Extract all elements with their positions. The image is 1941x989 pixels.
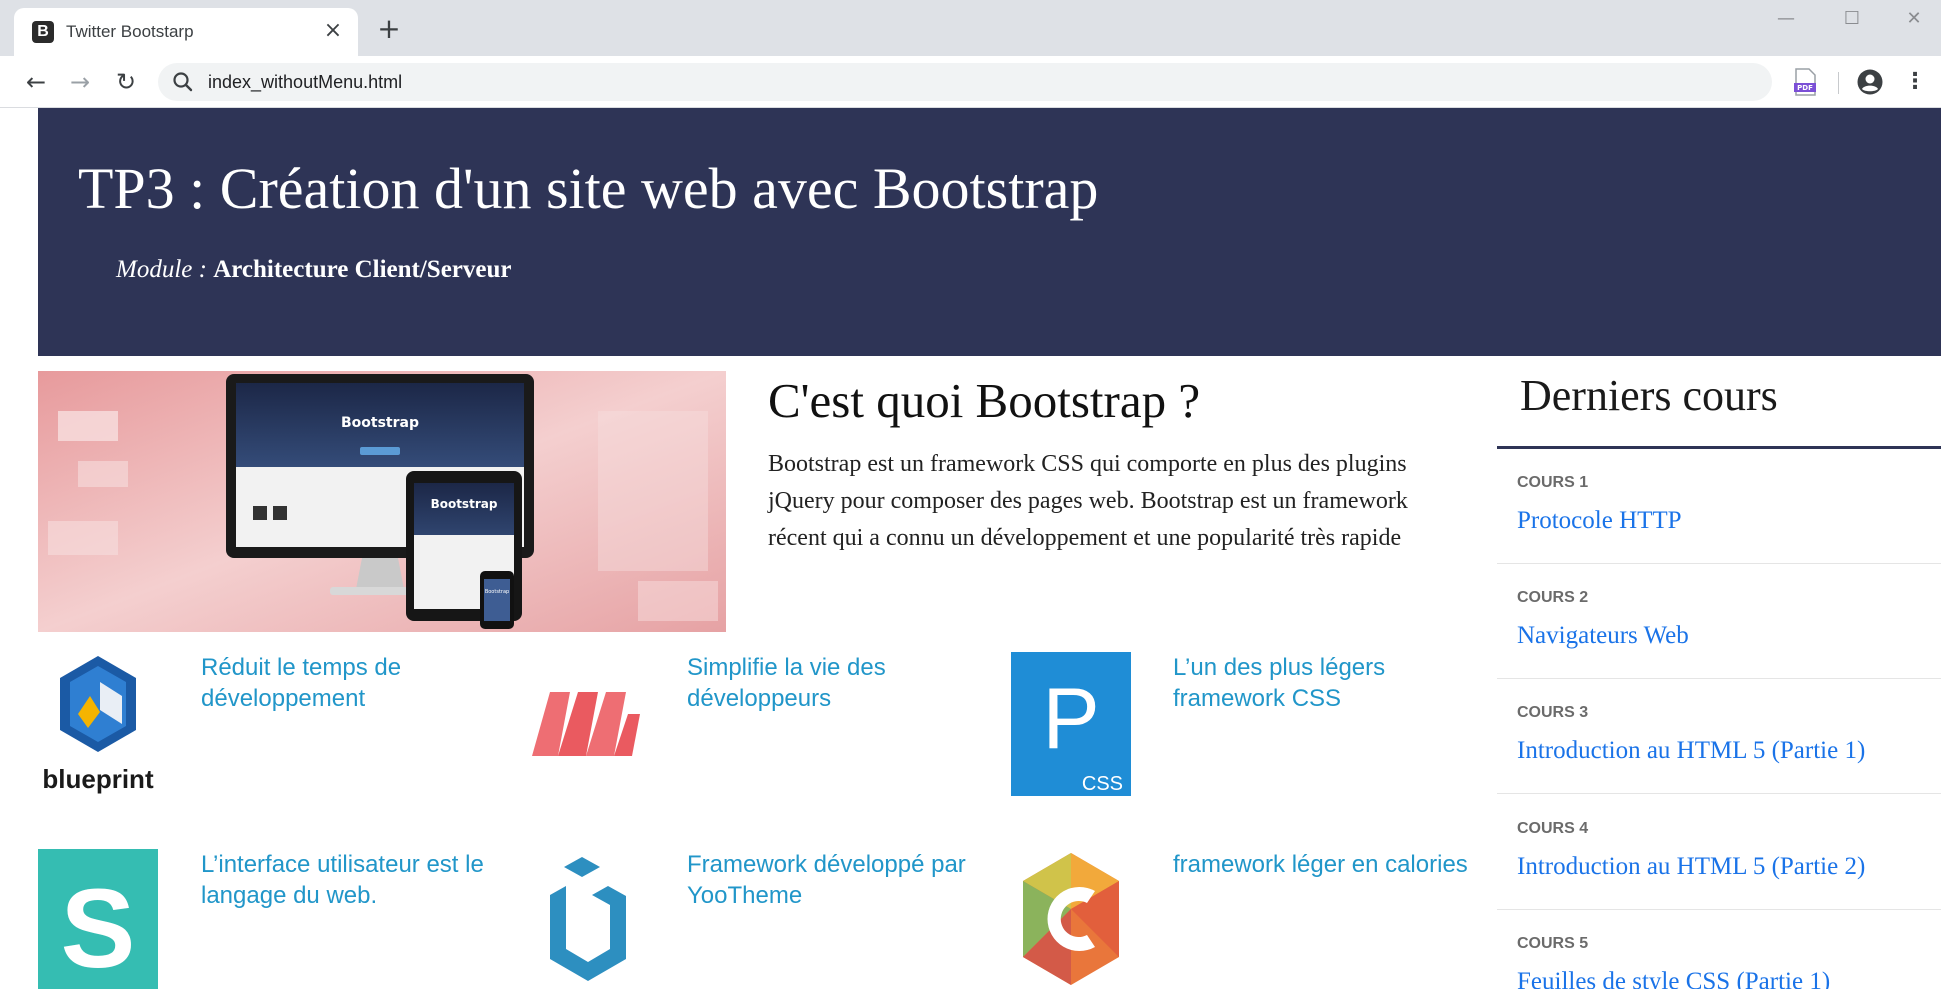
module-name: Architecture Client/Serveur bbox=[213, 256, 512, 283]
search-icon bbox=[173, 72, 193, 92]
tab-title: Twitter Bootstarp bbox=[66, 22, 194, 41]
course-label: COURS 2 bbox=[1517, 589, 1589, 606]
arrow-right-icon[interactable]: → bbox=[64, 66, 96, 98]
semantic-ui-logo: S bbox=[38, 849, 158, 989]
hero-image: Bootstrap Bootstrap Bootstrap bbox=[38, 371, 726, 632]
course-label: COURS 3 bbox=[1517, 704, 1589, 721]
svg-text:PDF: PDF bbox=[1797, 84, 1813, 92]
browser-tab-active[interactable]: B Twitter Bootstarp × bbox=[14, 8, 358, 56]
uikit-logo bbox=[550, 857, 626, 981]
feature-text-2: Simplifie la vie des développeurs bbox=[687, 654, 886, 712]
blueprint-logo-text: blueprint bbox=[42, 764, 154, 794]
feature-text-6: framework léger en calories bbox=[1173, 851, 1468, 878]
semantic-ui-logo-letter: S bbox=[61, 866, 136, 989]
feature-text-3: L’un des plus légers framework CSS bbox=[1173, 654, 1386, 712]
purecss-logo: P CSS bbox=[1011, 652, 1131, 796]
address-url: index_withoutMenu.html bbox=[208, 72, 403, 92]
browser-tabstrip: B Twitter Bootstarp × + — ☐ ✕ bbox=[0, 0, 1941, 56]
toolbar-separator bbox=[1838, 72, 1839, 94]
materialize-logo bbox=[532, 692, 640, 756]
cardinal-logo bbox=[1023, 853, 1119, 985]
course-label: COURS 1 bbox=[1517, 474, 1589, 491]
module-line: Module : Architecture Client/Serveur bbox=[116, 254, 512, 286]
tablet-screen-title: Bootstrap bbox=[431, 497, 498, 511]
purecss-logo-letter: P bbox=[1042, 671, 1099, 767]
course-link[interactable]: Introduction au HTML 5 (Partie 2) bbox=[1517, 851, 1865, 883]
bootstrap-devices-illustration: Bootstrap Bootstrap Bootstrap bbox=[38, 371, 726, 632]
course-item: COURS 5 Feuilles de style CSS (Partie 1) bbox=[1497, 910, 1941, 989]
course-label: COURS 4 bbox=[1517, 820, 1589, 837]
blueprint-logo: blueprint bbox=[42, 656, 154, 794]
pdf-icon[interactable]: PDF bbox=[1792, 68, 1818, 96]
sidebar-title: Derniers cours bbox=[1520, 371, 1778, 420]
close-tab-icon[interactable]: × bbox=[320, 18, 346, 44]
course-link[interactable]: Navigateurs Web bbox=[1517, 620, 1689, 652]
course-item: COURS 4 Introduction au HTML 5 (Partie 2… bbox=[1497, 795, 1941, 910]
intro-text: Bootstrap est un framework CSS qui compo… bbox=[768, 451, 1408, 551]
window-maximize-icon[interactable]: ☐ bbox=[1832, 6, 1872, 32]
intro-title: C'est quoi Bootstrap ? bbox=[768, 373, 1201, 428]
course-link[interactable]: Protocole HTTP bbox=[1517, 505, 1682, 537]
arrow-left-icon[interactable]: ← bbox=[20, 66, 52, 98]
window-close-icon[interactable]: ✕ bbox=[1894, 6, 1934, 32]
kebab-menu-icon[interactable]: ⋮ bbox=[1904, 68, 1926, 96]
browser-toolbar: ← → ↻ index_withoutMenu.html PDF ⋮ bbox=[0, 56, 1941, 108]
monitor-screen-title: Bootstrap bbox=[341, 415, 419, 431]
phone-screen-title: Bootstrap bbox=[485, 589, 509, 595]
course-item: COURS 2 Navigateurs Web bbox=[1497, 564, 1941, 679]
course-item: COURS 3 Introduction au HTML 5 (Partie 1… bbox=[1497, 679, 1941, 794]
purecss-logo-subtext: CSS bbox=[1082, 773, 1123, 795]
window-minimize-icon[interactable]: — bbox=[1766, 6, 1806, 32]
reload-icon[interactable]: ↻ bbox=[110, 66, 142, 98]
page-header: TP3 : Création d'un site web avec Bootst… bbox=[38, 108, 1941, 356]
profile-icon[interactable] bbox=[1856, 68, 1884, 96]
feature-text-1: Réduit le temps de développement bbox=[201, 654, 402, 712]
new-tab-icon[interactable]: + bbox=[374, 14, 404, 44]
feature-text-4: L’interface utilisateur est le langage d… bbox=[201, 851, 484, 909]
course-link[interactable]: Feuilles de style CSS (Partie 1) bbox=[1517, 966, 1830, 989]
bootstrap-favicon-icon: B bbox=[32, 21, 54, 43]
course-item: COURS 1 Protocole HTTP bbox=[1497, 449, 1941, 564]
module-label: Module : bbox=[116, 256, 207, 283]
page-title: TP3 : Création d'un site web avec Bootst… bbox=[78, 156, 1099, 221]
feature-text-5: Framework développé par YooTheme bbox=[687, 851, 966, 909]
address-bar[interactable]: index_withoutMenu.html bbox=[158, 63, 1772, 101]
course-link[interactable]: Introduction au HTML 5 (Partie 1) bbox=[1517, 735, 1865, 767]
course-label: COURS 5 bbox=[1517, 935, 1589, 952]
